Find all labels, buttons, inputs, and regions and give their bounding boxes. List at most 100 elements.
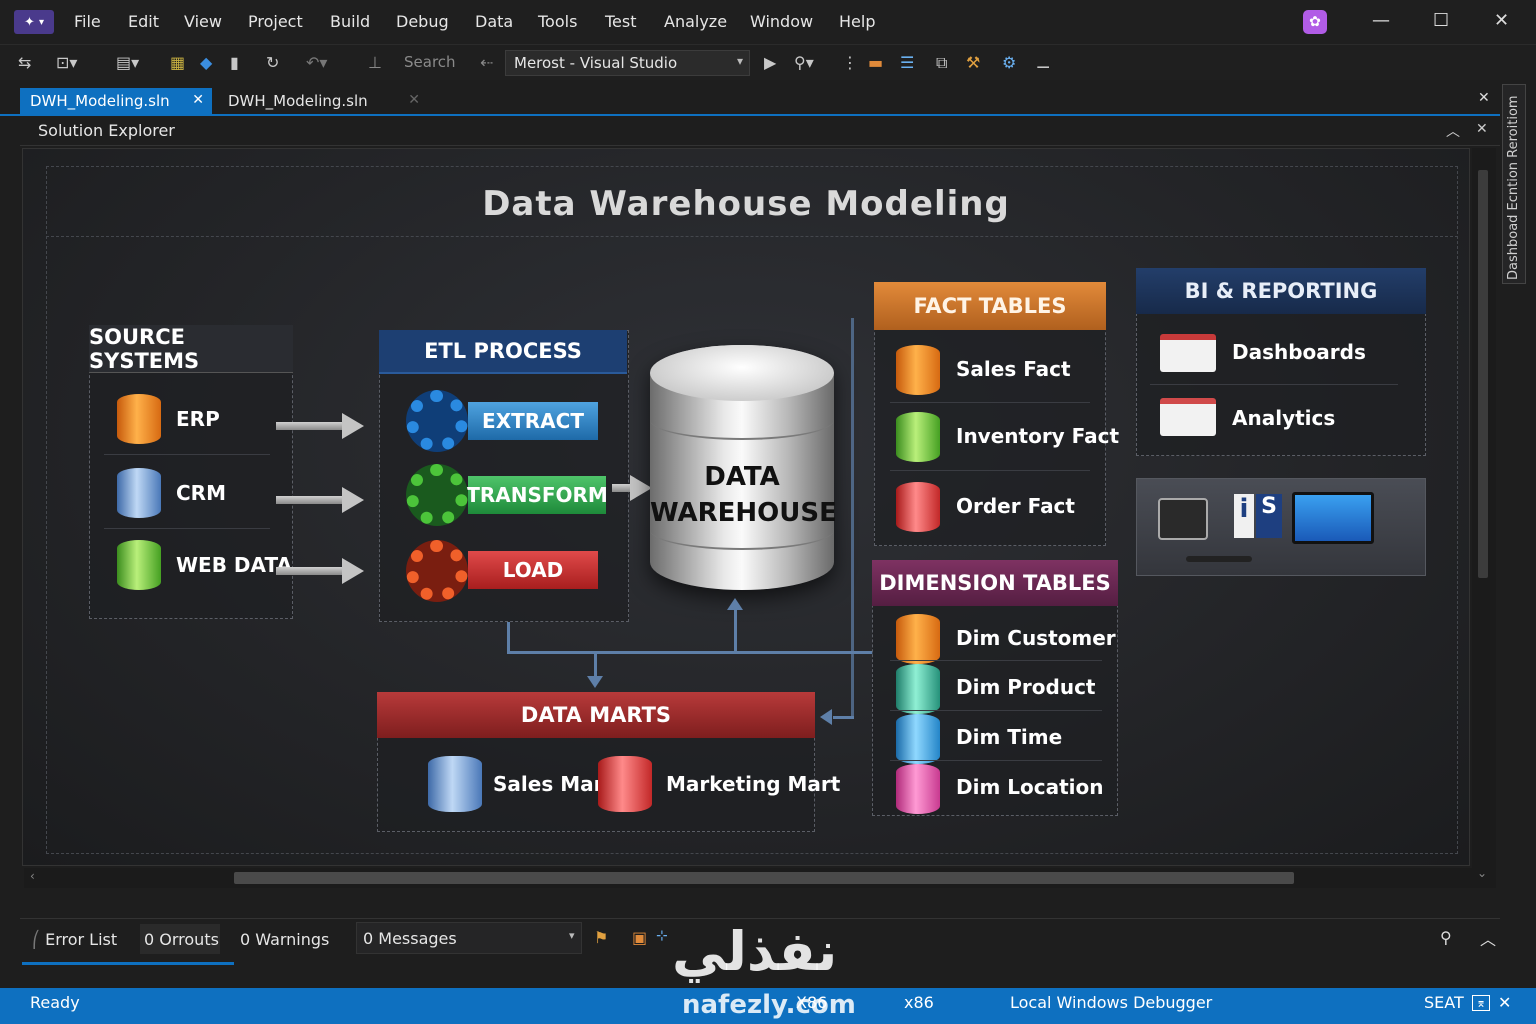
layout-icon[interactable]: ▬	[868, 53, 883, 72]
status-ready: Ready	[30, 993, 80, 1012]
diagram-title: Data Warehouse Modeling	[482, 184, 1010, 224]
tab-dwh-modeling[interactable]: DWH_Modeling.sln ✕	[218, 88, 428, 116]
menu-build[interactable]: Build	[330, 12, 370, 31]
status-debugger[interactable]: Local Windows Debugger	[1010, 993, 1212, 1012]
expand-up-icon[interactable]: ︿	[1480, 926, 1496, 950]
fact-order[interactable]: Order Fact	[956, 494, 1075, 518]
tab-label: DWH_Modeling.sln	[228, 92, 368, 110]
status-platform-x86[interactable]: x86	[904, 993, 934, 1012]
minimize-icon[interactable]: —	[1372, 10, 1390, 31]
refresh-icon[interactable]: ↻	[266, 53, 279, 72]
solution-icon[interactable]: ▦	[170, 53, 185, 72]
dim-location[interactable]: Dim Location	[956, 775, 1104, 799]
chevron-down-icon: ▾	[736, 54, 743, 68]
menu-edit[interactable]: Edit	[128, 12, 159, 31]
etl-extract-pill[interactable]: EXTRACT	[468, 402, 598, 440]
menu-tools[interactable]: Tools	[538, 12, 577, 31]
connector	[507, 651, 873, 654]
scrollbar-thumb[interactable]	[1478, 170, 1488, 578]
etl-transform-pill[interactable]: TRANSFORM	[466, 476, 608, 514]
collapse-icon[interactable]: ︿	[1446, 121, 1460, 141]
fact-sales[interactable]: Sales Fact	[956, 357, 1071, 381]
horizontal-scrollbar[interactable]: ‹	[24, 868, 1496, 888]
source-erp[interactable]: ERP	[176, 407, 220, 431]
filter-icon[interactable]: ⚑	[594, 928, 608, 947]
document-icon[interactable]: ▮	[230, 53, 239, 72]
publish-icon[interactable]: ◆	[200, 53, 212, 72]
gear-icon	[406, 464, 468, 526]
watermark-arabic: نفذلي	[672, 920, 838, 983]
settings-icon[interactable]: ⚙	[1002, 53, 1016, 72]
mart-sales[interactable]: Sales Mart	[493, 772, 613, 796]
dashboard-icon	[1160, 334, 1216, 372]
toolbar-handle-icon[interactable]: ⇆	[18, 53, 31, 72]
messages-label: 0 Messages	[363, 929, 457, 948]
fact-tables-header: FACT TABLES	[874, 282, 1106, 330]
pin-icon[interactable]: ⊹	[656, 928, 668, 944]
watermark-latin: nafezly.com	[682, 990, 856, 1020]
more-icon[interactable]: ⋮	[842, 53, 858, 72]
list-icon[interactable]: ☰	[900, 53, 914, 72]
source-systems-header: SOURCE SYSTEMS	[89, 325, 293, 373]
close-status-icon[interactable]: ✕	[1498, 993, 1511, 1012]
new-project-icon[interactable]: ⊡▾	[56, 53, 77, 72]
attach-icon[interactable]: ⚲▾	[794, 53, 814, 72]
inventory-fact-table-icon	[896, 412, 940, 462]
menu-test[interactable]: Test	[605, 12, 637, 31]
visual-studio-logo-icon[interactable]: ✦ ▾	[14, 10, 54, 34]
toolbar-arrow-icon[interactable]: ⇠	[480, 53, 493, 72]
toolbar-search[interactable]: Search	[404, 53, 456, 71]
messages-filter[interactable]: 0 Messages ▾	[356, 922, 582, 954]
dim-time[interactable]: Dim Time	[956, 725, 1062, 749]
close-window-icon[interactable]: ✕	[1494, 10, 1509, 31]
menu-debug[interactable]: Debug	[396, 12, 449, 31]
undo-icon[interactable]: ↶▾	[306, 53, 327, 72]
dim-customer[interactable]: Dim Customer	[956, 626, 1116, 650]
error-list-tab[interactable]: ⎛ Error List	[32, 930, 117, 949]
start-debug-icon[interactable]: ▶	[764, 53, 776, 72]
pin-icon[interactable]: ⊥	[368, 53, 382, 72]
overflow-icon[interactable]: ⚊	[1036, 53, 1050, 72]
menu-help[interactable]: Help	[839, 12, 875, 31]
bi-analytics[interactable]: Analytics	[1232, 406, 1335, 430]
fact-inventory[interactable]: Inventory Fact	[956, 424, 1119, 448]
scroll-down-icon[interactable]: ⌄	[1477, 866, 1487, 880]
divider	[104, 454, 270, 455]
tab-dwh-modeling-active[interactable]: DWH_Modeling.sln ✕	[20, 88, 212, 116]
errors-filter[interactable]: 0 Orrouts	[144, 930, 219, 949]
side-rail-label: Dashboad Ecntion Reroitiom	[1506, 95, 1521, 280]
menu-window[interactable]: Window	[750, 12, 813, 31]
configuration-dropdown[interactable]: Merost - Visual Studio ▾	[505, 50, 750, 76]
close-all-tabs-icon[interactable]: ✕	[1478, 90, 1490, 106]
window-icon[interactable]: ⧉	[936, 53, 947, 73]
save-icon[interactable]: ▤▾	[116, 53, 139, 72]
warnings-filter[interactable]: 0 Warnings	[240, 930, 329, 949]
bi-dashboards[interactable]: Dashboards	[1232, 340, 1366, 364]
dim-product[interactable]: Dim Product	[956, 675, 1096, 699]
build-icon[interactable]: ▣	[632, 928, 647, 947]
etl-load-pill[interactable]: LOAD	[468, 551, 598, 589]
scrollbar-thumb[interactable]	[234, 872, 1294, 884]
copilot-icon[interactable]: ✿	[1303, 10, 1327, 34]
close-icon[interactable]: ✕	[192, 92, 204, 108]
etl-process-header: ETL PROCESS	[379, 330, 627, 374]
menu-view[interactable]: View	[184, 12, 222, 31]
mart-marketing[interactable]: Marketing Mart	[666, 772, 840, 796]
title-divider	[46, 236, 1458, 237]
close-icon[interactable]: ✕	[408, 92, 420, 108]
menu-analyze[interactable]: Analyze	[664, 12, 727, 31]
close-panel-icon[interactable]: ✕	[1476, 121, 1488, 137]
divider	[890, 660, 1102, 661]
solution-explorer-header: Solution Explorer ︿ ✕	[20, 116, 1500, 146]
notification-icon[interactable]: ⌆	[1472, 995, 1491, 1011]
menu-project[interactable]: Project	[248, 12, 303, 31]
source-crm[interactable]: CRM	[176, 481, 226, 505]
menu-data[interactable]: Data	[475, 12, 513, 31]
menu-file[interactable]: File	[74, 12, 101, 31]
maximize-icon[interactable]: ☐	[1433, 10, 1449, 31]
scroll-left-icon[interactable]: ‹	[30, 869, 35, 883]
tools-icon[interactable]: ⚒	[966, 53, 980, 72]
source-web-data[interactable]: WEB DATA	[176, 553, 292, 577]
search-icon[interactable]: ⚲	[1440, 928, 1452, 947]
vertical-scrollbar[interactable]: ⌄	[1472, 148, 1496, 888]
